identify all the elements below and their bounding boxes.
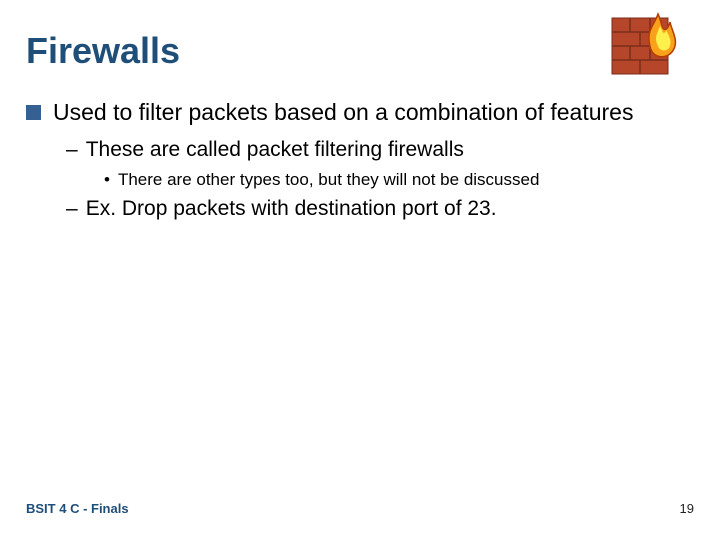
dash-bullet-icon: –: [66, 137, 78, 163]
page-number: 19: [680, 501, 694, 516]
bullet-sub2-text: Ex. Drop packets with destination port o…: [86, 196, 497, 222]
bullet-level1: – Ex. Drop packets with destination port…: [66, 196, 694, 222]
slide: Firewalls Used to filter packets based o…: [0, 0, 720, 540]
dot-bullet-icon: •: [104, 169, 110, 190]
bullet-sub1a-text: There are other types too, but they will…: [118, 169, 539, 190]
bullet-level2: • There are other types too, but they wi…: [104, 169, 694, 190]
bullet-sub1-text: These are called packet filtering firewa…: [86, 137, 464, 163]
slide-content: Used to filter packets based on a combin…: [26, 98, 694, 223]
slide-title: Firewalls: [26, 30, 694, 72]
footer-text: BSIT 4 C - Finals: [26, 501, 129, 516]
bullet-level0: Used to filter packets based on a combin…: [26, 98, 694, 127]
bullet-level1: – These are called packet filtering fire…: [66, 137, 694, 163]
firewall-icon: [610, 12, 690, 78]
square-bullet-icon: [26, 105, 41, 120]
dash-bullet-icon: –: [66, 196, 78, 222]
bullet-main-text: Used to filter packets based on a combin…: [53, 98, 633, 127]
